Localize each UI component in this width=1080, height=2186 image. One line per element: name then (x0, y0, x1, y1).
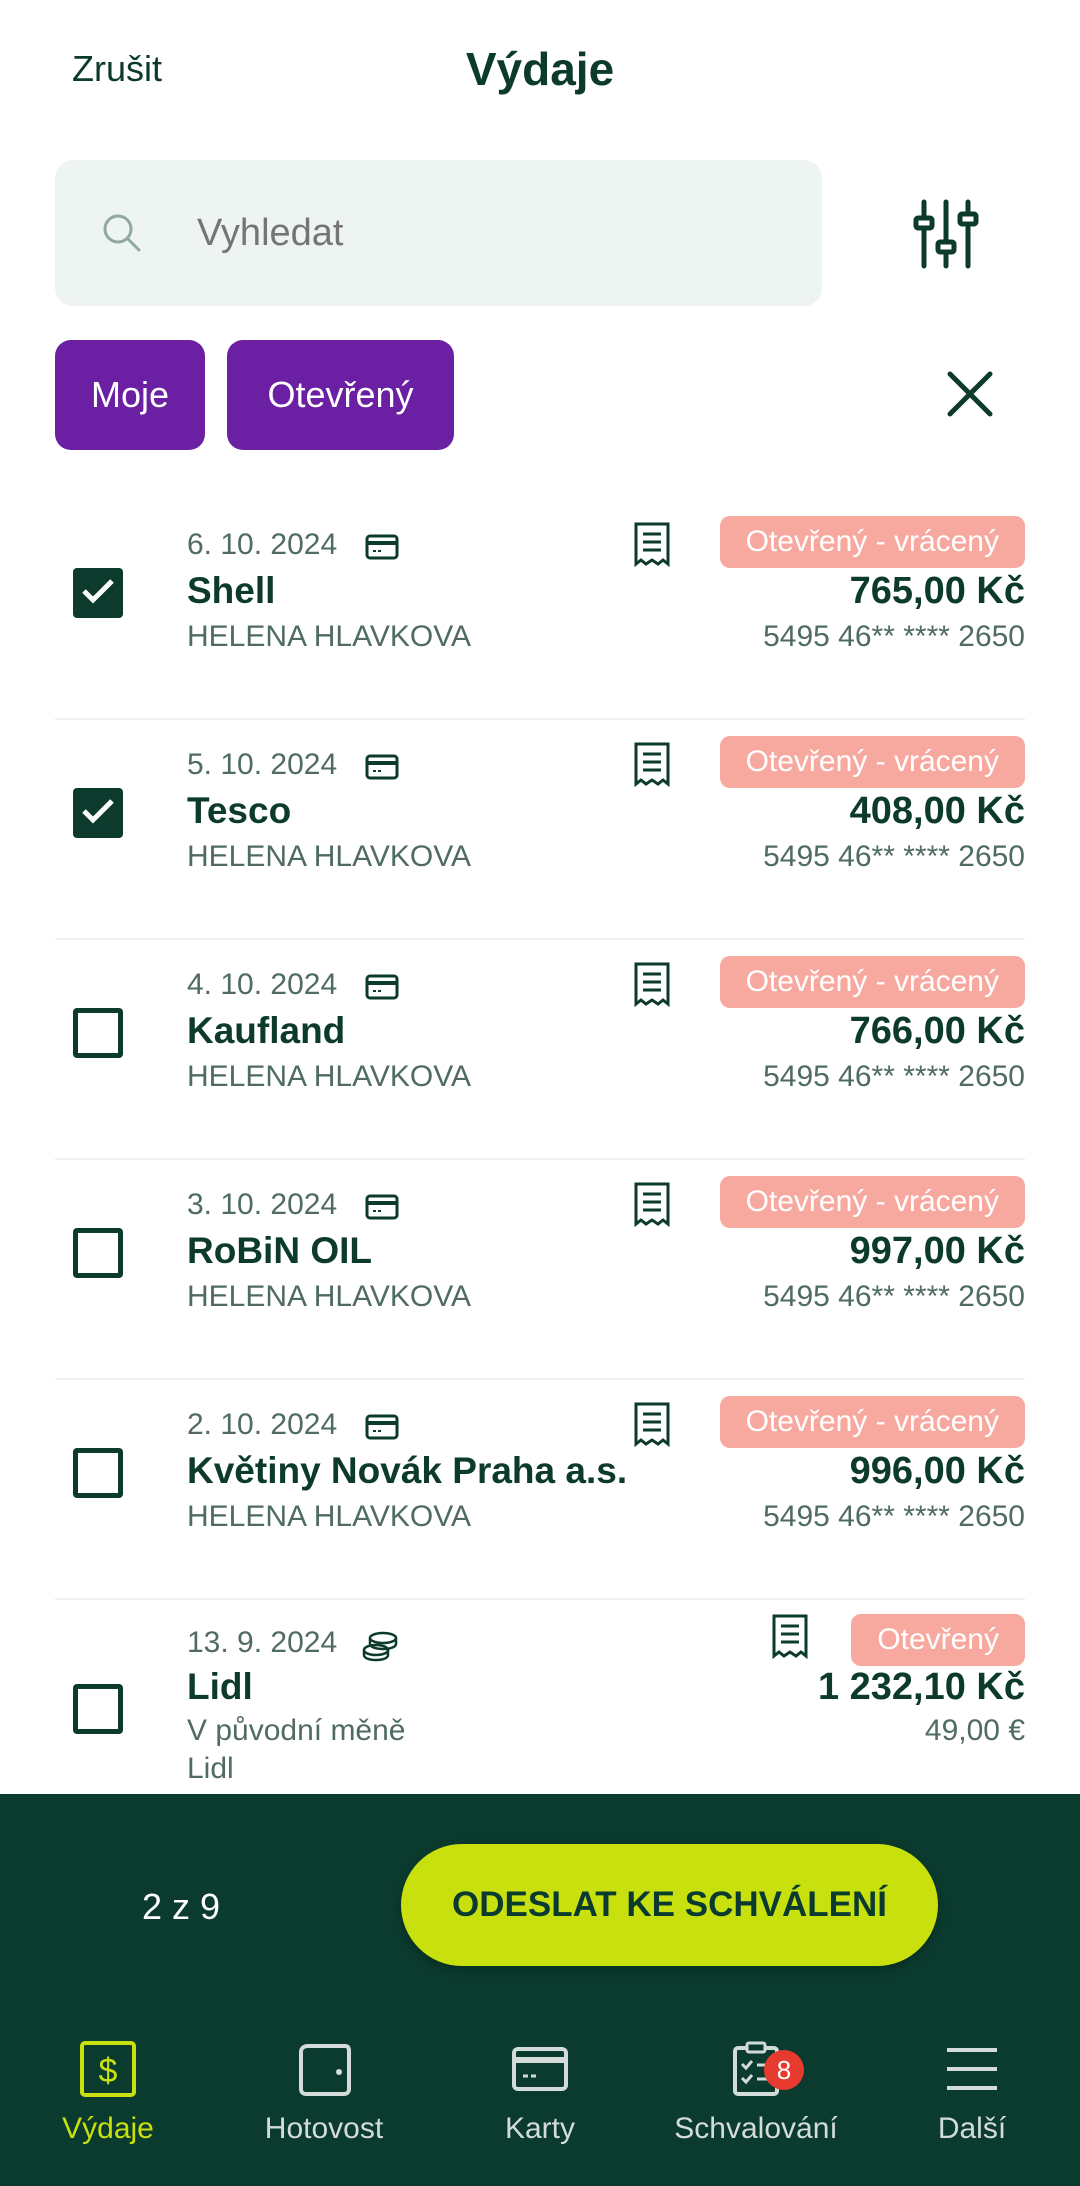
row-checkbox[interactable] (73, 568, 123, 618)
amount: 766,00 Kč (849, 1010, 1025, 1052)
search-box[interactable] (55, 160, 822, 306)
card-icon (365, 1414, 399, 1440)
card-holder: HELENA HLAVKOVA (187, 1060, 472, 1093)
card-number: 5495 46** **** 2650 (763, 1500, 1025, 1533)
filter-sliders-icon[interactable] (910, 196, 982, 272)
check-icon (82, 799, 114, 824)
top-bar: Zrušit Výdaje (0, 0, 1080, 150)
card-icon (365, 534, 399, 560)
merchant-name: Shell (187, 570, 276, 611)
merchant-name: Tesco (187, 790, 292, 831)
search-input[interactable] (197, 160, 797, 306)
amount: 1 232,10 Kč (817, 1666, 1025, 1708)
amount: 997,00 Kč (849, 1230, 1025, 1272)
nav-item-vydaje[interactable]: $ Výdaje (0, 2040, 216, 2170)
nav-item-dalsi[interactable]: Další (864, 2040, 1080, 2170)
wallet-icon (299, 2044, 351, 2096)
card-icon (512, 2047, 568, 2091)
merchant-name: Květiny Novák Praha a.s. (187, 1450, 628, 1491)
page-title: Výdaje (465, 43, 615, 95)
expense-row[interactable]: 13. 9. 2024 Lidl V původní měně Lidl Ote… (55, 1600, 1025, 1820)
filter-chip-moje[interactable]: Moje (55, 340, 205, 450)
merchant-name: RoBiN OIL (187, 1230, 372, 1271)
original-merchant: Lidl (187, 1752, 234, 1785)
dollar-icon: $ (80, 2041, 136, 2097)
amount: 765,00 Kč (849, 570, 1025, 612)
selection-count: 2 z 9 (142, 1886, 221, 1927)
status-badge: Otevřený - vrácený (719, 956, 1025, 1008)
row-checkbox[interactable] (73, 788, 123, 838)
search-icon (103, 214, 141, 252)
card-number: 5495 46** **** 2650 (763, 1060, 1025, 1093)
expense-row[interactable]: 3. 10. 2024 RoBiN OIL HELENA HLAVKOVA Ot… (55, 1160, 1025, 1380)
coins-icon (362, 1631, 398, 1662)
filter-chip-otevreny[interactable]: Otevřený (227, 340, 454, 450)
status-badge: Otevřený - vrácený (719, 736, 1025, 788)
amount: 408,00 Kč (849, 790, 1025, 832)
card-number: 5495 46** **** 2650 (763, 840, 1025, 873)
nav-label: Výdaje (62, 2112, 154, 2145)
expense-row[interactable]: 6. 10. 2024 Shell HELENA HLAVKOVA Otevře… (55, 500, 1025, 720)
row-checkbox[interactable] (73, 1448, 123, 1498)
receipt-icon (634, 522, 670, 568)
card-holder: HELENA HLAVKOVA (187, 1280, 472, 1313)
merchant-name: Kaufland (187, 1010, 346, 1051)
receipt-icon (634, 1402, 670, 1448)
merchant-name: Lidl (187, 1666, 253, 1707)
original-amount: 49,00 € (924, 1714, 1025, 1747)
card-icon (365, 1194, 399, 1220)
card-holder: HELENA HLAVKOVA (187, 1500, 472, 1533)
card-number: 5495 46** **** 2650 (763, 1280, 1025, 1313)
nav-label: Karty (504, 2112, 576, 2145)
expense-date: 2. 10. 2024 (187, 1408, 338, 1441)
expense-date: 6. 10. 2024 (187, 528, 338, 561)
status-badge: Otevřený - vrácený (719, 516, 1025, 568)
expense-row[interactable]: 4. 10. 2024 Kaufland HELENA HLAVKOVA Ote… (55, 940, 1025, 1160)
notification-badge: 8 (764, 2050, 804, 2090)
nav-item-karty[interactable]: Karty (432, 2040, 648, 2170)
nav-item-hotovost[interactable]: Hotovost (216, 2040, 432, 2170)
status-badge: Otevřený (851, 1614, 1025, 1666)
menu-icon (947, 2048, 997, 2090)
nav-item-schvalovani[interactable]: 8 Schvalování (648, 2040, 864, 2170)
receipt-icon (634, 742, 670, 788)
nav-label: Hotovost (264, 2112, 384, 2145)
card-number: 5495 46** **** 2650 (763, 620, 1025, 653)
card-holder: HELENA HLAVKOVA (187, 840, 472, 873)
receipt-icon (634, 962, 670, 1008)
check-icon (82, 579, 114, 604)
expense-row[interactable]: 5. 10. 2024 Tesco HELENA HLAVKOVA Otevře… (55, 720, 1025, 940)
row-checkbox[interactable] (73, 1008, 123, 1058)
receipt-icon (634, 1182, 670, 1228)
svg-text:$: $ (99, 2052, 118, 2090)
card-icon (365, 974, 399, 1000)
close-icon[interactable] (944, 368, 996, 420)
expense-row[interactable]: 2. 10. 2024 Květiny Novák Praha a.s. HEL… (55, 1380, 1025, 1600)
nav-label: Další (937, 2112, 1007, 2145)
row-checkbox[interactable] (73, 1228, 123, 1278)
card-icon (365, 754, 399, 780)
original-currency-label: V původní měně (187, 1714, 406, 1747)
expense-date: 4. 10. 2024 (187, 968, 338, 1001)
status-badge: Otevřený - vrácený (719, 1176, 1025, 1228)
receipt-icon (772, 1614, 808, 1660)
expense-date: 5. 10. 2024 (187, 748, 338, 781)
amount: 996,00 Kč (849, 1450, 1025, 1492)
status-badge: Otevřený - vrácený (719, 1396, 1025, 1448)
submit-for-approval-button[interactable]: ODESLAT KE SCHVÁLENÍ (401, 1844, 938, 1966)
row-checkbox[interactable] (73, 1684, 123, 1734)
bottom-navigation: $ Výdaje Hotovost Karty 8 Schvalování Da… (0, 2020, 1080, 2186)
nav-label: Schvalování (674, 2112, 838, 2145)
expense-date: 3. 10. 2024 (187, 1188, 338, 1221)
card-holder: HELENA HLAVKOVA (187, 620, 472, 653)
expense-date: 13. 9. 2024 (187, 1626, 338, 1659)
